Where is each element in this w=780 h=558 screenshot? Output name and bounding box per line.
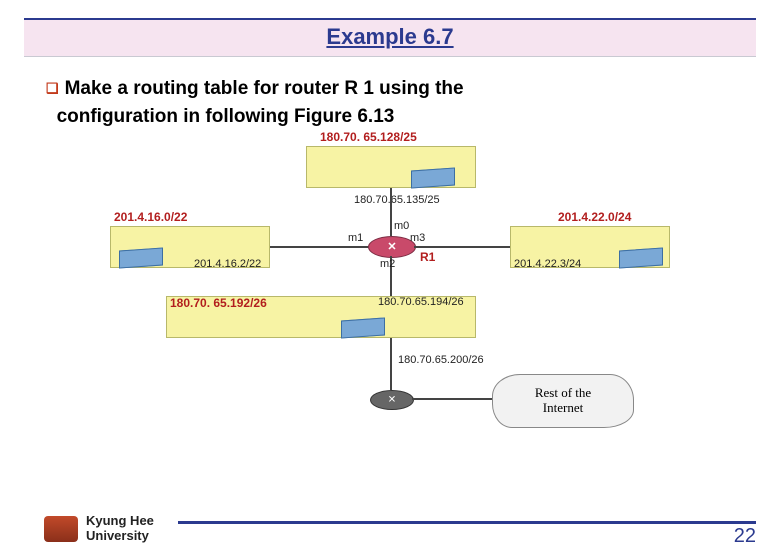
net-bottom-host-ip: 180.70.65.194/26 [378, 296, 464, 308]
university-line-1: Kyung Hee [86, 513, 154, 528]
footer: Kyung Hee University 22 [0, 506, 780, 548]
slide-title: Example 6.7 [326, 24, 453, 49]
net-left-label: 201.4.16.0/22 [114, 210, 187, 224]
page-number: 22 [734, 525, 756, 548]
host-icon [341, 318, 385, 339]
iface-m0: m0 [394, 220, 409, 232]
link-right [414, 246, 510, 248]
router-r1-icon [368, 236, 416, 258]
link-to-r2 [390, 338, 392, 390]
router-r1-label: R1 [420, 250, 435, 264]
net-left-host-ip: 201.4.16.2/22 [194, 258, 261, 270]
iface-m3: m3 [410, 232, 425, 244]
net-bottom-label: 180.70. 65.192/26 [170, 296, 267, 310]
internet-cloud: Rest of the Internet [492, 374, 634, 428]
net-right-host-ip: 201.4.22.3/24 [514, 258, 581, 270]
net-top-host-ip: 180.70.65.135/25 [354, 194, 440, 206]
network-diagram: 180.70. 65.128/25 180.70.65.135/25 201.4… [110, 136, 670, 436]
iface-m2: m2 [380, 258, 395, 270]
below-link-ip: 180.70.65.200/26 [398, 354, 484, 366]
net-right-label: 201.4.22.0/24 [558, 210, 631, 224]
host-icon [619, 248, 663, 269]
body-line-2: configuration in following Figure 6.13 [57, 106, 395, 127]
body-line-1: Make a routing table for router R 1 usin… [65, 78, 464, 99]
router-2-icon [370, 390, 414, 410]
title-bar: Example 6.7 [24, 18, 756, 57]
bullet-icon: ❑ [46, 80, 59, 96]
link-top [390, 188, 392, 236]
host-icon [119, 248, 163, 269]
body-text: ❑ Make a routing table for router R 1 usi… [46, 75, 740, 130]
university-logo-icon [44, 516, 78, 542]
footer-divider [178, 521, 756, 524]
link-to-cloud [412, 398, 492, 400]
net-top-label: 180.70. 65.128/25 [320, 130, 417, 144]
university-line-2: University [86, 528, 149, 543]
net-box-top [306, 146, 476, 188]
iface-m1: m1 [348, 232, 363, 244]
cloud-label: Rest of the Internet [535, 386, 591, 416]
host-icon [411, 168, 455, 189]
link-left [270, 246, 368, 248]
